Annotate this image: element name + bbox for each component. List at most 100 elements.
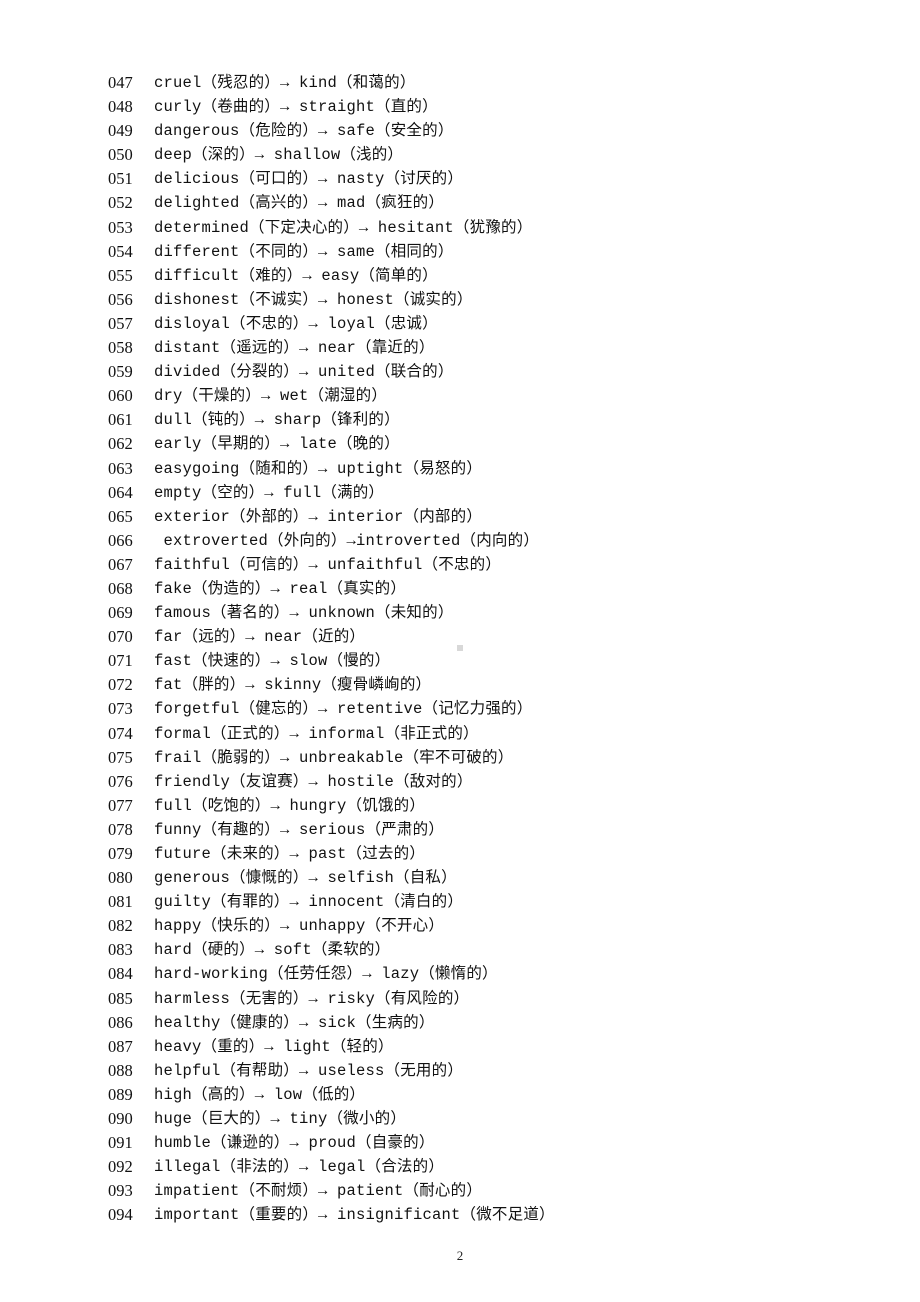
entry-text: full（吃饱的）→ hungry（饥饿的）	[154, 796, 426, 815]
entry-text: helpful（有帮助）→ useless（无用的）	[154, 1061, 464, 1080]
entry-number: 093	[108, 1181, 133, 1201]
entry-text: friendly（友谊赛）→ hostile（敌对的）	[154, 772, 473, 791]
list-item: 086 healthy（健康的）→ sick（生病的）	[108, 1011, 555, 1035]
entry-text: funny（有趣的）→ serious（严肃的）	[154, 820, 445, 839]
entry-text: easygoing（随和的）→ uptight（易怒的）	[154, 459, 483, 478]
list-item: 093 impatient（不耐烦）→ patient（耐心的）	[108, 1179, 555, 1203]
entry-text: curly（卷曲的）→ straight（直的）	[154, 98, 438, 117]
list-item: 065 exterior（外部的）→ interior（内部的）	[108, 505, 555, 529]
entry-number: 080	[108, 868, 133, 888]
entry-text: faithful（可信的）→ unfaithful（不忠的）	[154, 555, 502, 574]
entry-text: formal（正式的）→ informal（非正式的）	[154, 724, 479, 743]
entry-text: frail（脆弱的）→ unbreakable（牢不可破的）	[154, 748, 514, 767]
list-item: 050 deep（深的）→ shallow（浅的）	[108, 143, 555, 167]
list-item: 066 extroverted（外向的）→introverted（内向的）	[108, 529, 555, 553]
entry-number: 047	[108, 73, 133, 92]
entry-text: hard（硬的）→ soft（柔软的）	[154, 941, 391, 960]
list-item: 055 difficult（难的）→ easy（简单的）	[108, 264, 555, 288]
entry-number: 049	[108, 121, 133, 141]
list-item: 075 frail（脆弱的）→ unbreakable（牢不可破的）	[108, 746, 555, 770]
entry-number: 050	[108, 145, 133, 165]
entry-number: 082	[108, 916, 133, 936]
list-item: 068 fake（伪造的）→ real（真实的）	[108, 577, 555, 601]
entry-text: healthy（健康的）→ sick（生病的）	[154, 1013, 435, 1032]
entry-number: 090	[108, 1109, 133, 1129]
entry-text: distant（遥远的）→ near（靠近的）	[154, 339, 435, 358]
list-item: 063 easygoing（随和的）→ uptight（易怒的）	[108, 457, 555, 481]
entry-number: 088	[108, 1060, 133, 1080]
scan-artifact-mark	[457, 645, 463, 651]
entry-text: guilty（有罪的）→ innocent（清白的）	[154, 893, 464, 912]
list-item: 077 full（吃饱的）→ hungry（饥饿的）	[108, 794, 555, 818]
entry-text: humble（谦逊的）→ proud（自豪的）	[154, 1134, 435, 1153]
list-item: 090 huge（巨大的）→ tiny（微小的）	[108, 1107, 555, 1131]
list-item: 072 fat（胖的）→ skinny（瘦骨嶙峋的）	[108, 673, 555, 697]
entry-text: cruel（残忍的）→ kind（和蔼的）	[154, 74, 416, 92]
entry-number: 072	[108, 675, 133, 695]
entry-text: empty（空的）→ full（满的）	[154, 483, 385, 502]
list-item: 054 different（不同的）→ same（相同的）	[108, 240, 555, 264]
list-item: 088 helpful（有帮助）→ useless（无用的）	[108, 1059, 555, 1083]
entry-text: illegal（非法的）→ legal（合法的）	[154, 1158, 445, 1177]
list-item: 070 far（远的）→ near（近的）	[108, 625, 555, 649]
entry-number: 059	[108, 362, 133, 382]
entry-number: 081	[108, 892, 133, 912]
entry-text: hard-working（任劳任怨）→ lazy（懒惰的）	[154, 965, 498, 984]
entry-text: dangerous（危险的）→ safe（安全的）	[154, 122, 454, 141]
entry-number: 086	[108, 1012, 133, 1032]
list-item: 056 dishonest（不诚实）→ honest（诚实的）	[108, 288, 555, 312]
entry-number: 069	[108, 603, 133, 623]
list-item: 051 delicious（可口的）→ nasty（讨厌的）	[108, 167, 555, 191]
entry-number: 074	[108, 723, 133, 743]
entry-text: harmless（无害的）→ risky（有风险的）	[154, 989, 470, 1008]
entry-text: famous（著名的）→ unknown（未知的）	[154, 604, 454, 623]
entry-number: 083	[108, 940, 133, 960]
entry-text: disloyal（不忠的）→ loyal（忠诚）	[154, 314, 438, 333]
entry-number: 060	[108, 386, 133, 406]
list-item: 092 illegal（非法的）→ legal（合法的）	[108, 1155, 555, 1179]
entry-number: 061	[108, 410, 133, 430]
list-item: 078 funny（有趣的）→ serious（严肃的）	[108, 818, 555, 842]
entry-number: 064	[108, 482, 133, 502]
entry-text: far（远的）→ near（近的）	[154, 628, 366, 647]
entry-text: happy（快乐的）→ unhappy（不开心）	[154, 917, 445, 936]
entry-text: extroverted（外向的）→introverted（内向的）	[154, 531, 540, 550]
entry-number: 077	[108, 795, 133, 815]
entry-text: delicious（可口的）→ nasty（讨厌的）	[154, 170, 464, 189]
entry-text: dull（钝的）→ sharp（锋利的）	[154, 411, 400, 430]
list-item: 057 disloyal（不忠的）→ loyal（忠诚）	[108, 312, 555, 336]
entry-number: 075	[108, 747, 133, 767]
entry-number: 079	[108, 844, 133, 863]
list-item: 087 heavy（重的）→ light（轻的）	[108, 1035, 555, 1059]
entry-number: 058	[108, 338, 133, 358]
entry-number: 094	[108, 1205, 133, 1225]
list-item: 067 faithful（可信的）→ unfaithful（不忠的）	[108, 553, 555, 577]
list-item: 085 harmless（无害的）→ risky（有风险的）	[108, 987, 555, 1011]
list-item: 083 hard（硬的）→ soft（柔软的）	[108, 938, 555, 962]
entry-number: 078	[108, 819, 133, 839]
list-item: 059 divided（分裂的）→ united（联合的）	[108, 360, 555, 384]
entry-text: generous（慷慨的）→ selfish（自私）	[154, 869, 457, 888]
entry-number: 084	[108, 964, 133, 984]
entry-number: 053	[108, 217, 133, 237]
list-item: 069 famous（著名的）→ unknown（未知的）	[108, 601, 555, 625]
entry-number: 091	[108, 1133, 133, 1153]
document-page: 047 cruel（残忍的）→ kind（和蔼的） 048 curly（卷曲的）→ s…	[0, 0, 920, 1302]
list-item: 094 important（重要的）→ insignificant（微不足道）	[108, 1203, 555, 1227]
entry-text: deep（深的）→ shallow（浅的）	[154, 146, 404, 165]
entry-number: 067	[108, 554, 133, 574]
entry-number: 085	[108, 988, 133, 1008]
entry-number: 092	[108, 1157, 133, 1177]
entry-text: delighted（高兴的）→ mad（疯狂的）	[154, 194, 445, 213]
entry-number: 054	[108, 241, 133, 261]
list-item: 049 dangerous（危险的）→ safe（安全的）	[108, 119, 555, 143]
entry-text: forgetful（健忘的）→ retentive（记忆力强的）	[154, 700, 533, 719]
list-item: 081 guilty（有罪的）→ innocent（清白的）	[108, 890, 555, 914]
entry-text: fast（快速的）→ slow（慢的）	[154, 652, 391, 671]
entry-text: fake（伪造的）→ real（真实的）	[154, 579, 407, 598]
entry-number: 057	[108, 313, 133, 333]
list-item: 064 empty（空的）→ full（满的）	[108, 481, 555, 505]
entry-text: fat（胖的）→ skinny（瘦骨嶙峋的）	[154, 676, 432, 695]
entry-text: early（早期的）→ late（晚的）	[154, 435, 400, 454]
list-item: 060 dry（干燥的）→ wet（潮湿的）	[108, 384, 555, 408]
